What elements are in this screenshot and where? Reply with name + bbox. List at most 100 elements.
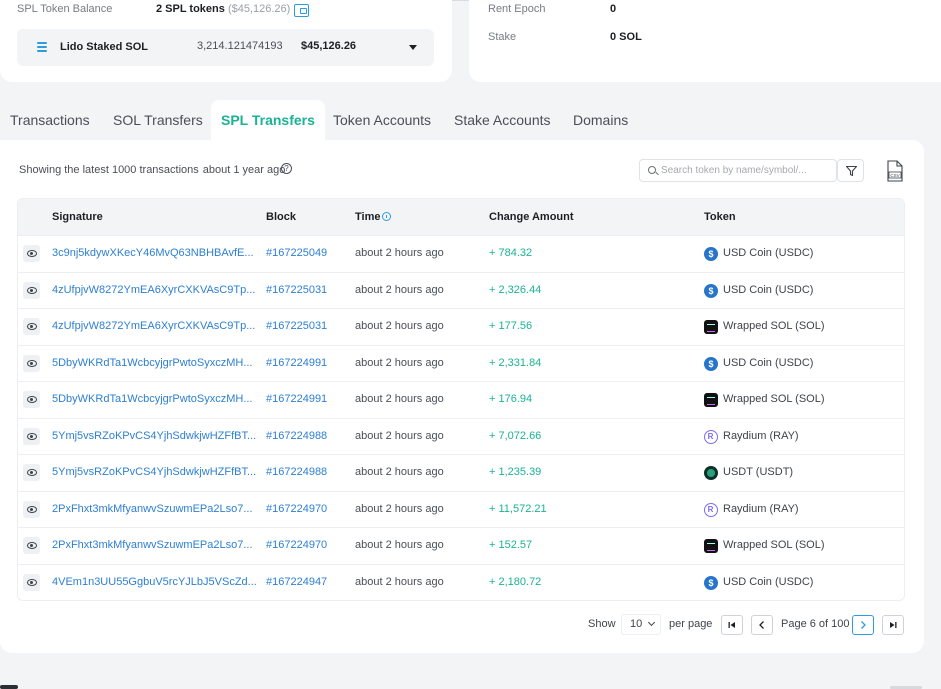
table-row: 2PxFhxt3mkMfyanwvSzuwmEPa2Lso7... #16722…	[18, 490, 904, 527]
signature-link[interactable]: 2PxFhxt3mkMfyanwvSzuwmEPa2Lso7...	[52, 539, 253, 551]
info-icon[interactable]	[382, 212, 392, 221]
transfers-table: Signature Block Time Change Amount Token…	[17, 198, 905, 601]
sol-icon	[704, 539, 718, 553]
stake-value: 0 SOL	[610, 31, 642, 43]
signature-link[interactable]: 4VEm1n3UU55GgbuV5rcYJLbJ5VScZd...	[52, 576, 257, 588]
signature-link[interactable]: 5Ymj5vsRZoKPvCS4YjhSdwkjwHZFfBT...	[52, 430, 256, 442]
table-row: 4zUfpjvW8272YmEA6XyrCXKVAsC9Tp... #16722…	[18, 308, 904, 345]
token-link[interactable]: Wrapped SOL (SOL)	[723, 320, 825, 332]
sol-icon	[704, 320, 718, 334]
block-link[interactable]: #167224991	[266, 393, 327, 405]
eye-icon[interactable]	[23, 537, 40, 554]
change-amount: + 2,326.44	[489, 283, 542, 296]
csv-file-icon: CSV	[887, 160, 903, 182]
signature-link[interactable]: 4zUfpjvW8272YmEA6XyrCXKVAsC9Tp...	[52, 320, 255, 332]
block-link[interactable]: #167224988	[266, 430, 327, 442]
header-token[interactable]: Token	[704, 211, 736, 223]
table-row: 4zUfpjvW8272YmEA6XyrCXKVAsC9Tp... #16722…	[18, 271, 904, 308]
eye-icon[interactable]	[23, 245, 40, 262]
block-link[interactable]: #167224970	[266, 539, 327, 551]
token-link[interactable]: USD Coin (USDC)	[723, 247, 813, 259]
table-row: 5DbyWKRdTa1WcbcyjgrPwtoSyxczMH... #16722…	[18, 344, 904, 381]
signature-link[interactable]: 5Ymj5vsRZoKPvCS4YjhSdwkjwHZFfBT...	[52, 466, 256, 478]
time-cell: about 2 hours ago	[355, 575, 444, 588]
token-link[interactable]: USD Coin (USDC)	[723, 357, 813, 369]
change-amount: + 7,072.66	[489, 429, 542, 442]
eye-icon[interactable]	[23, 391, 40, 408]
per-page-value: 10	[630, 618, 643, 630]
tab-spl-transfers[interactable]: SPL Transfers	[211, 100, 325, 140]
header-time[interactable]: Time	[355, 211, 392, 223]
change-amount: + 152.57	[489, 539, 533, 551]
table-row: 4VEm1n3UU55GgbuV5rcYJLbJ5VScZd... #16722…	[18, 563, 904, 600]
header-change-amount[interactable]: Change Amount	[489, 211, 574, 223]
time-cell: about 2 hours ago	[355, 393, 444, 405]
change-amount: + 177.56	[489, 320, 533, 332]
tab-domains[interactable]: Domains	[563, 100, 638, 140]
block-link[interactable]: #167224991	[266, 357, 327, 369]
change-amount: + 1,235.39	[489, 466, 542, 478]
header-block[interactable]: Block	[266, 211, 296, 223]
table-row: 2PxFhxt3mkMfyanwvSzuwmEPa2Lso7... #16722…	[18, 527, 904, 564]
change-amount: + 2,180.72	[489, 575, 542, 588]
last-page-button[interactable]	[882, 615, 904, 635]
time-cell: about 2 hours ago	[355, 283, 444, 296]
per-page-select[interactable]: 10	[621, 614, 661, 635]
chevron-left-icon	[759, 621, 764, 629]
next-page-button[interactable]	[852, 615, 874, 635]
token-search[interactable]	[639, 159, 837, 182]
signature-link[interactable]: 5DbyWKRdTa1WcbcyjgrPwtoSyxczMH...	[52, 357, 253, 369]
search-input[interactable]	[661, 162, 831, 179]
wallet-icon[interactable]	[294, 4, 309, 17]
table-row: 5DbyWKRdTa1WcbcyjgrPwtoSyxczMH... #16722…	[18, 381, 904, 418]
token-link[interactable]: USD Coin (USDC)	[723, 284, 813, 296]
tab-stake-accounts[interactable]: Stake Accounts	[444, 100, 561, 140]
prev-page-button[interactable]	[751, 615, 773, 635]
signature-link[interactable]: 3c9nj5kdywXKecY46MvQ63NBHBAvfE...	[52, 247, 254, 259]
first-page-button[interactable]	[721, 615, 743, 635]
token-link[interactable]: Raydium (RAY)	[723, 503, 799, 515]
eye-icon[interactable]	[23, 464, 40, 481]
token-dropdown[interactable]: Lido Staked SOL 3,214.121474193 $45,126.…	[17, 29, 434, 66]
time-cell: about 2 hours ago	[355, 320, 444, 332]
skip-last-icon	[890, 622, 897, 628]
eye-icon[interactable]	[23, 318, 40, 335]
token-link[interactable]: USD Coin (USDC)	[723, 576, 813, 588]
block-link[interactable]: #167225031	[266, 320, 327, 332]
eye-icon[interactable]	[23, 500, 40, 518]
token-link[interactable]: Wrapped SOL (SOL)	[723, 393, 825, 405]
token-link[interactable]: Raydium (RAY)	[723, 430, 799, 442]
signature-link[interactable]: 2PxFhxt3mkMfyanwvSzuwmEPa2Lso7...	[52, 503, 253, 515]
block-link[interactable]: #167224947	[266, 576, 327, 588]
block-link[interactable]: #167225049	[266, 247, 327, 259]
csv-export-button[interactable]: CSV	[886, 160, 904, 182]
block-link[interactable]: #167225031	[266, 284, 327, 296]
header-signature[interactable]: Signature	[52, 211, 103, 223]
token-link[interactable]: Wrapped SOL (SOL)	[723, 539, 825, 551]
header-time-label: Time	[355, 211, 381, 223]
time-cell: about 2 hours ago	[355, 429, 444, 442]
token-link[interactable]: USDT (USDT)	[723, 466, 793, 478]
tab-sol-transfers[interactable]: SOL Transfers	[103, 100, 213, 140]
rent-epoch-value: 0	[610, 3, 617, 15]
token-usd: $45,126.26	[301, 40, 357, 52]
eye-icon[interactable]	[23, 427, 40, 445]
eye-icon[interactable]	[23, 354, 40, 372]
tab-token-accounts[interactable]: Token Accounts	[323, 100, 441, 140]
eye-icon[interactable]	[23, 281, 40, 299]
block-link[interactable]: #167224988	[266, 466, 327, 478]
signature-link[interactable]: 4zUfpjvW8272YmEA6XyrCXKVAsC9Tp...	[52, 284, 255, 296]
eye-icon[interactable]	[23, 573, 40, 591]
ray-icon	[704, 502, 718, 517]
signature-link[interactable]: 5DbyWKRdTa1WcbcyjgrPwtoSyxczMH...	[52, 393, 253, 405]
time-cell: about 2 hours ago	[355, 356, 444, 369]
caret-down-icon[interactable]	[409, 45, 417, 50]
filter-button[interactable]	[837, 159, 864, 182]
spl-balance-usd: ($45,126.26)	[227, 3, 291, 15]
tab-transactions[interactable]: Transactions	[0, 100, 100, 140]
chevron-right-icon	[861, 621, 866, 629]
block-link[interactable]: #167224970	[266, 503, 327, 515]
filter-icon	[846, 166, 857, 176]
usdc-icon	[704, 356, 718, 371]
help-icon[interactable]: ?	[281, 163, 292, 174]
